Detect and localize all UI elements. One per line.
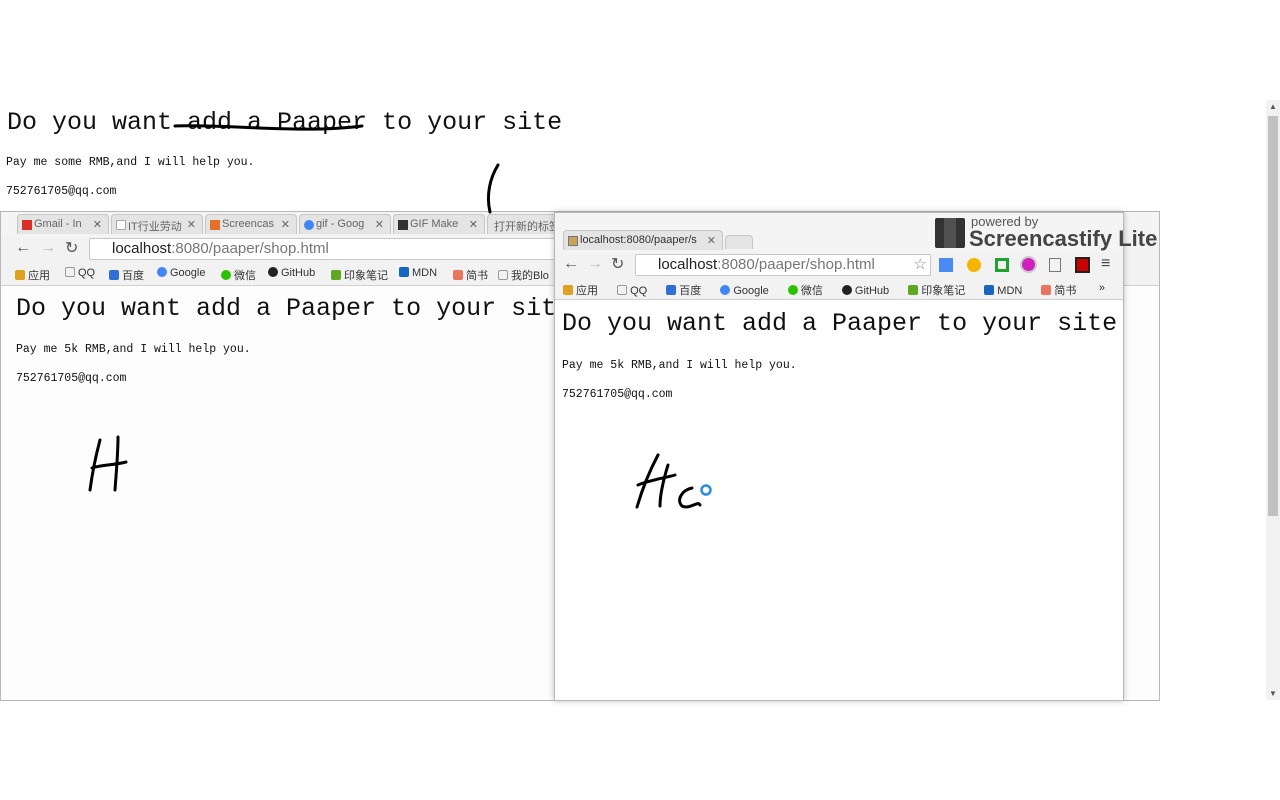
tab-gmail[interactable]: Gmail - In ✕ [17,214,109,234]
bookmark-jianshu[interactable]: 简书 [1041,285,1084,297]
bookmark-github[interactable]: GitHub [841,285,897,297]
page-extension-icon[interactable] [1049,258,1061,272]
front-content-email: 752761705@qq.com [562,388,673,401]
front-browser-window: localhost:8080/paaper/s ✕ ← → ↻ localhost… [554,212,1124,701]
bookmark-jianshu[interactable]: 简书 [453,267,488,283]
google-icon [304,220,314,230]
front-address-bar[interactable]: localhost:8080/paaper/shop.html ☆ [635,254,931,276]
front-content-text: Pay me 5k RMB,and I will help you. [562,359,797,372]
back-address-bar[interactable]: localhost:8080/paaper/shop.html [89,238,569,260]
bookmark-evernote[interactable]: 印象笔记 [331,267,388,283]
star-icon[interactable]: ☆ [914,255,927,273]
bookmark-wechat[interactable]: 微信 [221,267,256,283]
bookmark-apps[interactable]: 应用 [15,267,50,283]
page-title: Do you want add a Paaper to your site [7,108,563,137]
back-content-email: 752761705@qq.com [16,372,127,385]
tab-label: gif - Goog [316,218,365,230]
bookmark-apps[interactable]: 应用 [563,285,606,297]
front-content: Do you want add a Paaper to your site Pa… [555,301,1123,700]
tab-label: GIF Make [410,218,459,230]
bookmark-wechat[interactable]: 微信 [787,285,831,297]
front-content-title: Do you want add a Paaper to your site [562,309,1118,338]
tab-label: 打开新的标签 [494,221,557,233]
screencastify-extension-icon[interactable] [1075,257,1090,273]
tab-new[interactable]: 打开新的标签 [487,214,557,234]
bookmark-mdn[interactable]: MDN [399,267,437,279]
bookmark-mdn[interactable]: MDN [984,285,1030,297]
bookmark-github[interactable]: GitHub [268,267,315,279]
page-text: Pay me some RMB,and I will help you. [6,156,255,169]
tab-label: Screencas [222,218,274,230]
page-email: 752761705@qq.com [6,185,117,198]
bookmark-qq[interactable]: QQ [65,267,95,279]
bookmark-baidu[interactable]: 百度 [109,267,144,283]
record-extension-icon[interactable] [1022,258,1035,271]
green-extension-icon[interactable] [995,258,1009,272]
reload-icon[interactable]: ↻ [611,254,624,274]
bookmark-baidu[interactable]: 百度 [666,285,709,297]
bookmark-google[interactable]: Google [720,285,776,297]
watermark-brand: Screencastify Lite [969,226,1158,251]
bookmarks-overflow-button[interactable]: » [1099,282,1105,294]
bookmark-evernote[interactable]: 印象笔记 [908,285,973,297]
tab-gif-google[interactable]: gif - Goog ✕ [299,214,391,234]
screencastify-watermark: powered by Screencastify Lite [935,214,1158,252]
menu-icon[interactable]: ≡ [1101,255,1110,273]
front-toolbar: ← → ↻ localhost:8080/paaper/shop.html ☆ ≡ [555,253,1123,279]
extension-icon[interactable] [967,258,981,272]
tab-it[interactable]: IT行业劳动 ✕ [111,214,203,234]
close-icon[interactable]: ✕ [281,218,290,231]
close-icon[interactable]: ✕ [187,218,196,231]
page-icon [116,220,126,230]
close-icon[interactable]: ✕ [469,218,478,231]
reload-icon[interactable]: ↻ [65,238,78,258]
front-bookmarks-bar: 应用 QQ 百度 Google 微信 GitHub 印象笔记 MDN 简书 » [555,279,1123,300]
scrollbar-thumb[interactable] [1268,116,1278,516]
bookmark-qq[interactable]: QQ [617,285,655,297]
bookmark-google[interactable]: Google [157,267,205,279]
bookmark-blog[interactable]: 我的Blo [498,267,549,283]
new-tab-button[interactable] [725,235,753,249]
film-icon [935,218,965,248]
pen-stroke [486,163,500,214]
page-favicon-icon [568,236,578,246]
tab-label: IT行业劳动 [128,221,182,233]
scroll-up-icon[interactable]: ▲ [1269,102,1277,111]
gmail-icon [22,220,32,230]
back-content-text: Pay me 5k RMB,and I will help you. [16,343,251,356]
vertical-scrollbar[interactable]: ▲ ▼ [1266,100,1280,700]
close-icon[interactable]: ✕ [93,218,102,231]
tab-screencastify[interactable]: Screencas ✕ [205,214,297,234]
screencastify-icon [210,220,220,230]
forward-arrow-icon[interactable]: → [587,255,603,273]
scroll-down-icon[interactable]: ▼ [1269,689,1277,698]
forward-arrow-icon[interactable]: → [40,239,56,257]
back-arrow-icon[interactable]: ← [15,239,31,257]
tab-label: localhost:8080/paaper/s [580,234,697,246]
close-icon[interactable]: ✕ [707,234,716,247]
tab-gif-maker[interactable]: GIF Make ✕ [393,214,485,234]
translate-extension-icon[interactable] [939,258,953,272]
back-content-title: Do you want add a Paaper to your site [16,294,572,323]
back-arrow-icon[interactable]: ← [563,255,579,273]
tab-label: Gmail - In [34,218,82,230]
tab-localhost[interactable]: localhost:8080/paaper/s ✕ [563,230,723,250]
gif-maker-icon [398,220,408,230]
close-icon[interactable]: ✕ [375,218,384,231]
